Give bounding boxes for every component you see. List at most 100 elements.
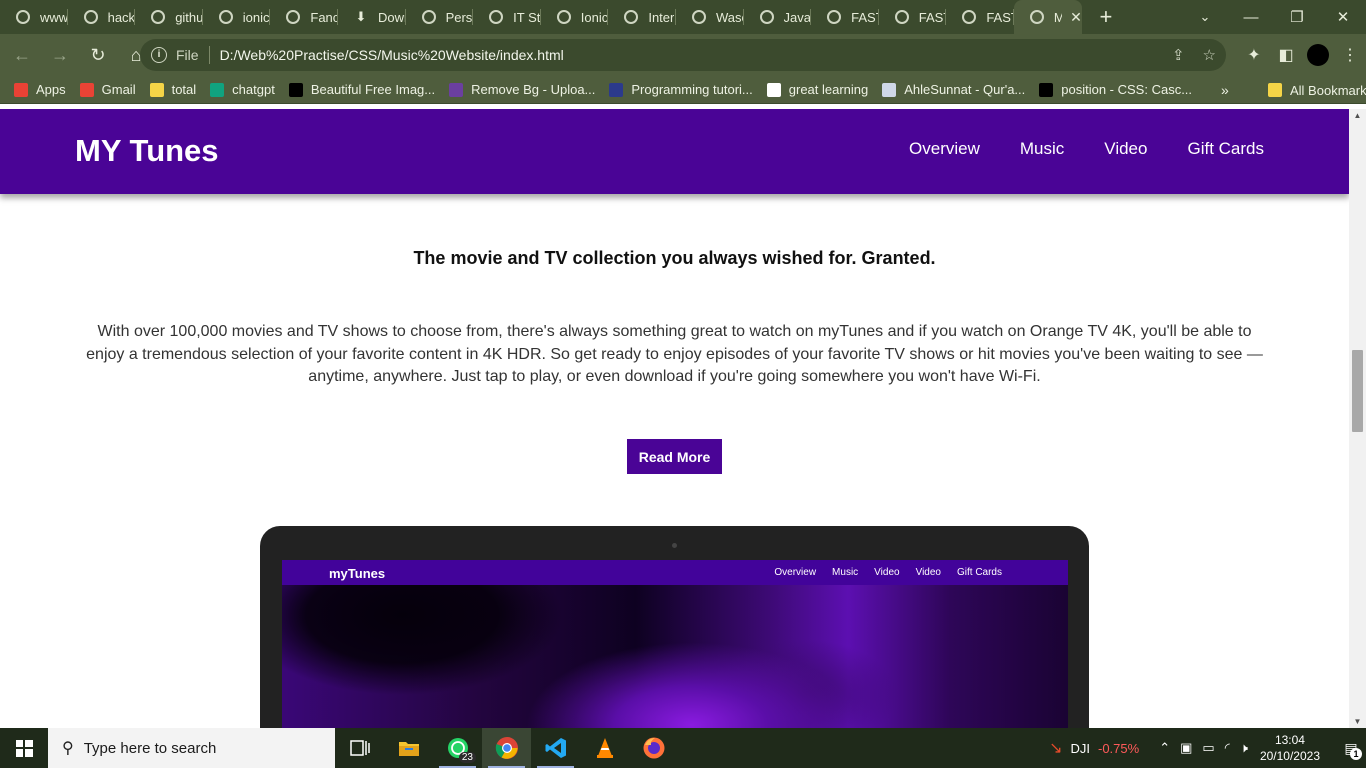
chrome-button[interactable] xyxy=(482,728,531,768)
bookmark-item[interactable]: Gmail xyxy=(79,82,136,97)
bookmark-item[interactable]: Beautiful Free Imag... xyxy=(288,82,435,97)
all-bookmarks-button[interactable]: All Bookmarks xyxy=(1254,76,1366,104)
globe-icon xyxy=(83,10,98,24)
browser-tab[interactable]: ⬇ Dowr xyxy=(338,0,406,34)
read-more-button[interactable]: Read More xyxy=(627,439,722,474)
browser-tab[interactable]: Ionic xyxy=(541,0,609,34)
nav-video[interactable]: Video xyxy=(1104,139,1147,159)
browser-tab[interactable]: Inter xyxy=(608,0,676,34)
browser-tab[interactable]: FAST xyxy=(879,0,946,34)
browser-tab[interactable]: Wase xyxy=(676,0,744,34)
mockup-logo: myTunes xyxy=(329,566,386,581)
tab-title: Fancy xyxy=(310,9,338,25)
task-view-button[interactable] xyxy=(335,728,384,768)
meet-now-icon[interactable]: ▣ xyxy=(1180,740,1192,756)
firefox-icon xyxy=(643,737,664,759)
mockup-nav: Overview Music Video Video Gift Cards xyxy=(774,567,1002,578)
restore-button[interactable]: ❐ xyxy=(1274,0,1320,34)
globe-icon xyxy=(421,10,436,24)
clock-date: 20/10/2023 xyxy=(1259,749,1320,763)
bookmark-label: chatgpt xyxy=(232,82,275,97)
minimize-button[interactable]: — xyxy=(1228,0,1274,34)
download-icon: ⬇ xyxy=(355,9,367,24)
nav-overview[interactable]: Overview xyxy=(909,139,980,159)
tab-title: Dowr xyxy=(377,9,406,25)
address-bar[interactable]: i File D:/Web%20Practise/CSS/Music%20Web… xyxy=(140,39,1226,71)
browser-tab[interactable]: www. xyxy=(0,0,68,34)
whatsapp-button[interactable]: 23 xyxy=(433,728,482,768)
scheme-label: File xyxy=(176,47,199,63)
browser-tab[interactable]: M ✕ xyxy=(1013,0,1082,34)
bookmark-item[interactable]: total xyxy=(149,82,197,97)
browser-tab[interactable]: ionic. xyxy=(203,0,271,34)
bookmark-item[interactable]: Programming tutori... xyxy=(609,82,753,97)
globe-icon xyxy=(827,10,842,24)
browser-tab[interactable]: FAST xyxy=(946,0,1014,34)
bookmark-star-icon[interactable]: ☆ xyxy=(1203,46,1216,64)
wifi-icon[interactable]: ◜ xyxy=(1225,740,1230,756)
profile-avatar[interactable] xyxy=(1307,44,1329,66)
bookmark-item[interactable]: position - CSS: Casc... xyxy=(1039,82,1192,97)
extensions-icon[interactable]: ✦ xyxy=(1238,45,1270,65)
laptop-mockup: myTunes Overview Music Video Video Gift … xyxy=(260,526,1089,728)
unsplash-icon xyxy=(288,82,303,97)
back-button[interactable]: ← xyxy=(6,39,38,71)
nav-music[interactable]: Music xyxy=(1020,139,1064,159)
browser-tab[interactable]: Fancy xyxy=(270,0,338,34)
laptop-screen: myTunes Overview Music Video Video Gift … xyxy=(282,560,1068,728)
chevron-up-icon[interactable]: ⌃ xyxy=(1159,740,1170,756)
firefox-button[interactable] xyxy=(629,728,678,768)
site-logo[interactable]: MY Tunes xyxy=(75,133,219,169)
tab-search-chevron-icon[interactable]: ⌄ xyxy=(1192,0,1218,34)
scrollbar-thumb[interactable] xyxy=(1352,350,1363,432)
battery-icon[interactable]: ▭ xyxy=(1202,740,1214,756)
bookmarks-overflow-button[interactable]: » xyxy=(1221,76,1229,104)
bookmark-label: total xyxy=(171,82,197,97)
browser-tab[interactable]: JavaS xyxy=(744,0,812,34)
nav-gift-cards[interactable]: Gift Cards xyxy=(1187,139,1264,159)
browser-tab[interactable]: hack xyxy=(68,0,136,34)
vlc-button[interactable] xyxy=(580,728,629,768)
taskbar-search-box[interactable]: ⚲ Type here to search xyxy=(48,728,335,768)
browser-tab[interactable]: Perso xyxy=(406,0,473,34)
bookmark-item[interactable]: chatgpt xyxy=(210,82,275,97)
tab-title: JavaS xyxy=(783,9,812,25)
forward-button[interactable]: → xyxy=(44,39,76,71)
bookmark-item[interactable]: great learning xyxy=(766,82,868,97)
url-text[interactable]: D:/Web%20Practise/CSS/Music%20Website/in… xyxy=(220,47,564,63)
volume-muted-icon[interactable]: 🕨 xyxy=(1240,740,1248,756)
side-panel-icon[interactable]: ◧ xyxy=(1270,45,1302,65)
notification-center-button[interactable]: ▤ 1 xyxy=(1336,728,1366,768)
bookmark-item[interactable]: Remove Bg - Uploa... xyxy=(449,82,595,97)
stock-widget[interactable]: ↘ DJI -0.75% xyxy=(1049,738,1139,758)
tray-icons: ⌃ ▣ ▭ ◜ 🕨 xyxy=(1159,740,1248,756)
globe-icon xyxy=(962,10,977,24)
browser-tab[interactable]: IT Stu xyxy=(473,0,541,34)
bookmark-item[interactable]: Apps xyxy=(14,82,66,97)
clock[interactable]: 13:04 20/10/2023 xyxy=(1260,732,1320,764)
browser-tab[interactable]: FAST xyxy=(811,0,879,34)
tab-title: Wase xyxy=(715,9,744,25)
windows-taskbar: ⚲ Type here to search 23 ↘ DJI -0.75% ⌃ … xyxy=(0,728,1366,768)
start-button[interactable] xyxy=(0,728,48,768)
tab-title: FAST xyxy=(986,9,1014,25)
bookmark-list: Apps Gmail total chatgpt Beautiful Free Imag… xyxy=(0,82,1192,97)
scroll-up-arrow-icon[interactable]: ▲ xyxy=(1349,111,1366,120)
close-tab-icon[interactable]: ✕ xyxy=(1070,9,1082,26)
site-info-icon[interactable]: i xyxy=(151,47,167,63)
new-tab-button[interactable]: + xyxy=(1086,4,1126,30)
share-icon[interactable]: ⇪ xyxy=(1172,46,1185,64)
bookmark-item[interactable]: AhleSunnat - Qur'a... xyxy=(882,82,1025,97)
close-window-button[interactable]: ✕ xyxy=(1320,0,1366,34)
google-icon xyxy=(766,82,781,97)
tab-title: ionic. xyxy=(242,9,271,25)
menu-kebab-icon[interactable]: ⋮ xyxy=(1334,45,1366,65)
vscode-button[interactable] xyxy=(531,728,580,768)
scroll-down-arrow-icon[interactable]: ▼ xyxy=(1349,717,1366,726)
browser-tab[interactable]: githu xyxy=(135,0,203,34)
vertical-scrollbar[interactable]: ▲ ▼ xyxy=(1349,109,1366,728)
file-explorer-button[interactable] xyxy=(384,728,433,768)
tab-title: Inter xyxy=(648,9,675,25)
reload-button[interactable]: ↻ xyxy=(82,39,114,71)
bookmarks-bar: Apps Gmail total chatgpt Beautiful Free Imag… xyxy=(0,76,1366,104)
